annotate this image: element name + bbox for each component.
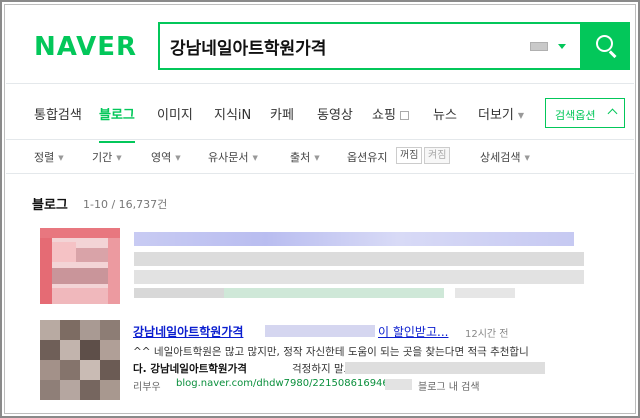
filter-source[interactable]: 출처 ▼ [290,149,320,165]
caret-down-icon: ▼ [58,154,64,162]
filter-similar-docs[interactable]: 유사문서 ▼ [208,149,258,165]
blurred-snippet-part [345,362,545,374]
blurred-meta-part [385,379,412,390]
filter-sort[interactable]: 정렬 ▼ [34,149,64,165]
filter-bar: 정렬 ▼ 기간 ▼ 영역 ▼ 유사문서 ▼ 출처 ▼ 옵션유지 꺼짐 켜짐 상세검색 ▼ [6,140,634,174]
tab-kin[interactable]: 지식iN [214,104,251,123]
tab-video[interactable]: 동영상 [317,104,353,123]
blurred-title-part [265,325,375,337]
search-tabs: 통합검색 블로그 이미지 지식iN 카페 동영상 쇼핑 뉴스 더보기 ▼ 검색옵션 [6,84,634,143]
filter-period[interactable]: 기간 ▼ [92,149,122,165]
result-snippet-highlight: 다. 강남네일아트학원가격 [133,363,247,375]
blurred-title[interactable] [134,232,574,246]
tab-news[interactable]: 뉴스 [433,104,457,123]
section-title: 블로그 [32,198,68,213]
autocomplete-toggle-icon[interactable] [558,44,566,49]
search-box [158,22,582,70]
tab-cafe[interactable]: 카페 [270,104,294,123]
options-keep-off-toggle[interactable]: 꺼짐 [396,147,423,164]
result-time: 12시간 전 [465,329,509,340]
tab-more[interactable]: 더보기 ▼ [478,104,524,123]
filter-area[interactable]: 영역 ▼ [151,149,181,165]
search-input[interactable] [170,31,520,61]
blurred-thumbnail[interactable] [40,228,120,304]
tab-blog[interactable]: 블로그 [99,104,135,143]
options-keep-label: 옵션유지 [347,151,388,164]
blurred-meta-line [455,288,515,298]
search-options-button[interactable]: 검색옵션 [545,98,625,128]
options-keep-on-toggle[interactable]: 켜짐 [424,147,451,164]
search-button[interactable] [582,22,630,70]
blurred-snippet-line [134,270,584,284]
caret-down-icon: ▼ [252,154,258,162]
caret-down-icon: ▼ [524,154,530,162]
external-window-icon [399,111,409,120]
keyboard-icon[interactable] [530,42,548,51]
result-snippet: ^^ 네일아트학원은 많고 많지만, 정작 자신한테 도움이 되는 곳을 찾는다… [133,346,529,358]
result-title-link-rest[interactable]: 이 할인받고... [378,323,448,340]
advanced-search[interactable]: 상세검색 ▼ [480,149,530,165]
result-title-link[interactable]: 강남네일아트학원가격 [133,323,243,340]
result-thumbnail[interactable] [40,320,120,400]
header: NAVER [6,6,634,84]
caret-down-icon: ▼ [116,154,122,162]
caret-down-icon: ▼ [314,154,320,162]
result-count: 1-10 / 16,737건 [83,198,168,211]
result-url[interactable]: blog.naver.com/dhdw7980/221508616946 [176,378,389,389]
blurred-snippet-line [134,252,584,266]
blurred-meta-line [134,288,444,298]
caret-down-icon: ▼ [517,111,525,120]
search-icon-handle [609,50,617,58]
tab-shopping[interactable]: 쇼핑 [372,104,409,123]
tab-all[interactable]: 통합검색 [34,104,82,123]
search-in-blog-link[interactable]: 블로그 내 검색 [418,378,480,393]
caret-down-icon: ▼ [175,154,181,162]
tab-images[interactable]: 이미지 [157,104,193,123]
naver-logo[interactable]: NAVER [34,32,137,62]
result-author[interactable]: 리부우 [133,378,161,393]
chevron-up-icon [607,108,618,119]
